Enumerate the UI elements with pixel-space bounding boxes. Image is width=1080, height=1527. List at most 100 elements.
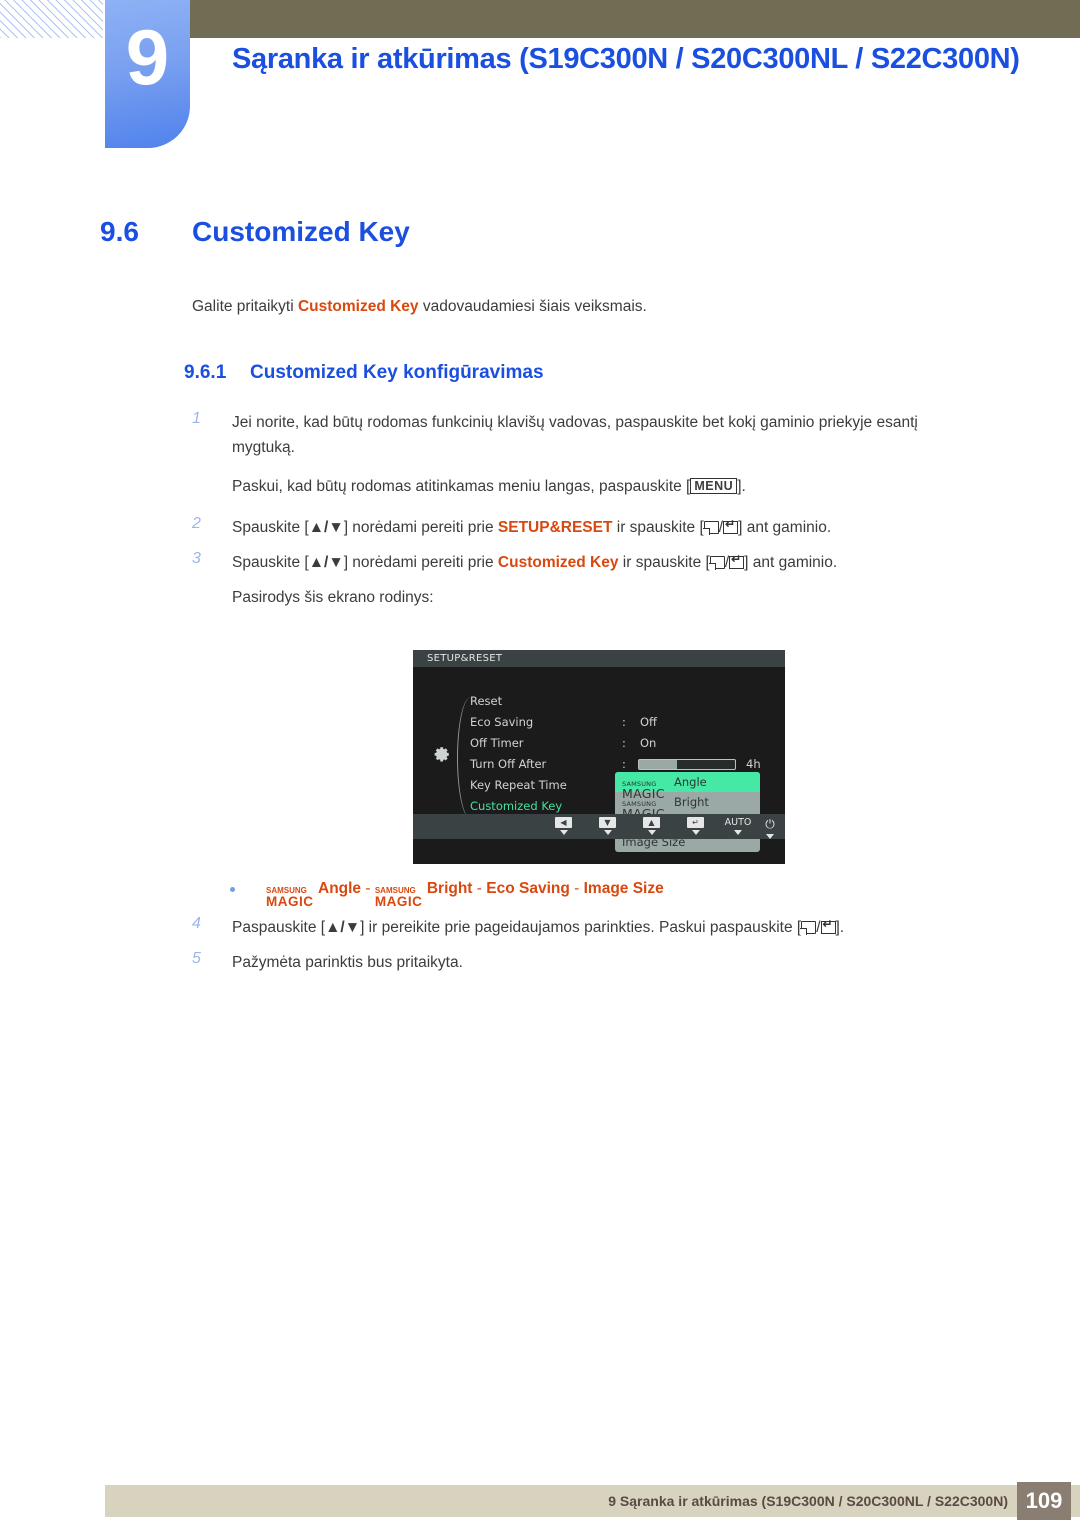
step-3-target: Customized Key	[497, 554, 619, 571]
gear-icon	[434, 747, 449, 762]
step-2-text: Spauskite [▲/▼] norėdami pereiti prie SE…	[232, 515, 982, 540]
osd-value: On	[640, 736, 657, 750]
osd-label: Key Repeat Time	[470, 778, 567, 792]
button-marker-triangle	[766, 834, 774, 839]
option-bright: Bright	[426, 880, 473, 897]
enter-key-icon	[820, 918, 836, 934]
chapter-number: 9	[125, 13, 170, 101]
auto-label: AUTO	[724, 817, 752, 828]
osd-colon: :	[622, 715, 626, 729]
step-1: 1 Jei norite, kad būtų rodomas funkcinių…	[192, 410, 982, 499]
osd-row-eco-saving[interactable]: Eco Saving : Off	[470, 712, 657, 733]
osd-button-bar: ◀ ▼ ▲ ↵ AUTO ⏻	[413, 814, 785, 839]
osd-button-left[interactable]: ◀	[555, 817, 572, 835]
step-2-number: 2	[192, 515, 201, 532]
osd-title-bar: SETUP&RESET	[413, 650, 785, 667]
enter-key-icon	[723, 518, 739, 534]
option-image-size: Image Size	[583, 880, 664, 897]
step-1-sub-after: ].	[737, 478, 746, 495]
page-footer: 9 Sąranka ir atkūrimas (S19C300N / S20C3…	[105, 1482, 1080, 1520]
step-5-number: 5	[192, 950, 201, 967]
section-intro: Galite pritaikyti Customized Key vadovau…	[192, 298, 647, 316]
osd-label: Off Timer	[470, 736, 524, 750]
osd-button-up[interactable]: ▲	[643, 817, 660, 835]
section-heading: 9.6 Customized Key	[100, 216, 410, 248]
step-3-e: ] ant gaminio.	[744, 554, 838, 571]
step-1-substep: Paskui, kad būtų rodomas atitinkamas men…	[232, 474, 982, 499]
osd-value: Off	[640, 715, 657, 729]
step-4-b: ] ir pereikite prie pageidaujamos parink…	[360, 919, 802, 936]
step-5: 5 Pažymėta parinktis bus pritaikyta.	[192, 950, 982, 975]
step-2-b: ] norėdami pereiti prie	[343, 519, 498, 536]
slider-fill	[639, 760, 678, 769]
options-text: SAMSUNG MAGIC Angle - SAMSUNG MAGIC Brig…	[266, 880, 664, 908]
turn-off-after-slider[interactable]	[638, 759, 736, 770]
button-marker-triangle	[603, 830, 612, 835]
osd-row-key-repeat-time[interactable]: Key Repeat Time :	[470, 775, 626, 796]
enter-icon: ↵	[687, 817, 704, 828]
step-3-a: Spauskite [	[232, 554, 309, 571]
button-marker-triangle	[647, 830, 656, 835]
updown-arrows-icon: ▲/▼	[308, 519, 344, 536]
power-icon: ⏻	[765, 817, 775, 831]
chapter-tab: 9	[105, 0, 190, 148]
osd-submenu-popup: SAMSUNG MAGIC Angle SAMSUNG MAGIC Bright…	[615, 772, 760, 852]
down-arrow-icon: ▼	[599, 817, 616, 828]
step-4-d: ].	[835, 919, 845, 936]
separator-1: -	[361, 880, 375, 897]
header-hatch-decoration	[0, 0, 103, 38]
footer-chapter-text: 9 Sąranka ir atkūrimas (S19C300N / S20C3…	[608, 1493, 1008, 1509]
steps-list-lower: 4 Paspauskite [▲/▼] ir pereikite prie pa…	[192, 915, 982, 977]
osd-button-auto[interactable]: AUTO	[717, 817, 759, 835]
step-3: 3 Spauskite [▲/▼] norėdami pereiti prie …	[192, 550, 982, 610]
page-number: 109	[1017, 1482, 1071, 1520]
step-5-text: Pažymėta parinktis bus pritaikyta.	[232, 954, 463, 971]
step-4-a: Paspauskite [	[232, 919, 326, 936]
bullet-dot-icon	[230, 887, 235, 892]
up-arrow-icon: ▲	[643, 817, 660, 828]
page-title: Sąranka ir atkūrimas (S19C300N / S20C300…	[232, 43, 1020, 75]
step-1-sub-before: Paskui, kad būtų rodomas atitinkamas men…	[232, 478, 691, 495]
step-2-e: ] ant gaminio.	[738, 519, 832, 536]
intro-text-after: vadovaudamiesi šiais veiksmais.	[418, 298, 647, 315]
osd-label: Eco Saving	[470, 715, 534, 729]
source-key-icon	[800, 921, 817, 935]
left-arrow-icon: ◀	[555, 817, 572, 828]
step-3-number: 3	[192, 550, 201, 567]
button-marker-triangle	[691, 830, 700, 835]
step-4-text: Paspauskite [▲/▼] ir pereikite prie page…	[232, 915, 982, 940]
submenu-item-magic-angle[interactable]: SAMSUNG MAGIC Angle	[615, 772, 760, 800]
steps-list-upper: 1 Jei norite, kad būtų rodomas funkcinių…	[192, 410, 982, 612]
button-marker-triangle	[734, 830, 742, 835]
osd-row-turn-off-after[interactable]: Turn Off After : 4h	[470, 754, 761, 775]
step-3-c: ir spauskite [	[618, 554, 710, 571]
osd-button-down[interactable]: ▼	[599, 817, 616, 835]
step-4: 4 Paspauskite [▲/▼] ir pereikite prie pa…	[192, 915, 982, 940]
step-3-text: Spauskite [▲/▼] norėdami pereiti prie Cu…	[232, 550, 982, 575]
osd-label: Reset	[470, 694, 503, 708]
submenu-label: Angle	[674, 775, 707, 789]
updown-arrows-icon: ▲/▼	[325, 919, 361, 936]
intro-text-before: Galite pritaikyti	[192, 298, 298, 315]
source-key-icon	[708, 556, 725, 570]
submenu-item-magic-bright[interactable]: SAMSUNG MAGIC Bright	[615, 792, 760, 820]
intro-highlight: Customized Key	[297, 298, 419, 315]
menu-key-badge: MENU	[690, 478, 738, 494]
section-number: 9.6	[100, 216, 139, 247]
osd-label: Customized Key	[470, 799, 563, 813]
subsection-title: Customized Key konfigūravimas	[250, 362, 544, 383]
osd-button-enter[interactable]: ↵	[687, 817, 704, 835]
section-title: Customized Key	[192, 216, 410, 247]
step-2-target: SETUP&RESET	[497, 519, 613, 536]
subsection-heading: 9.6.1 Customized Key konfigūravimas	[184, 362, 544, 384]
updown-arrows-icon: ▲/▼	[308, 554, 344, 571]
step-4-number: 4	[192, 915, 201, 932]
step-2-c: ir spauskite [	[612, 519, 704, 536]
options-bullet-line: SAMSUNG MAGIC Angle - SAMSUNG MAGIC Brig…	[230, 880, 664, 908]
step-1-text: Jei norite, kad būtų rodomas funkcinių k…	[232, 414, 918, 456]
osd-row-reset[interactable]: Reset	[470, 691, 567, 712]
osd-button-power[interactable]: ⏻	[761, 817, 779, 839]
osd-row-off-timer[interactable]: Off Timer : On	[470, 733, 656, 754]
osd-colon: :	[622, 736, 626, 750]
button-marker-triangle	[559, 830, 568, 835]
